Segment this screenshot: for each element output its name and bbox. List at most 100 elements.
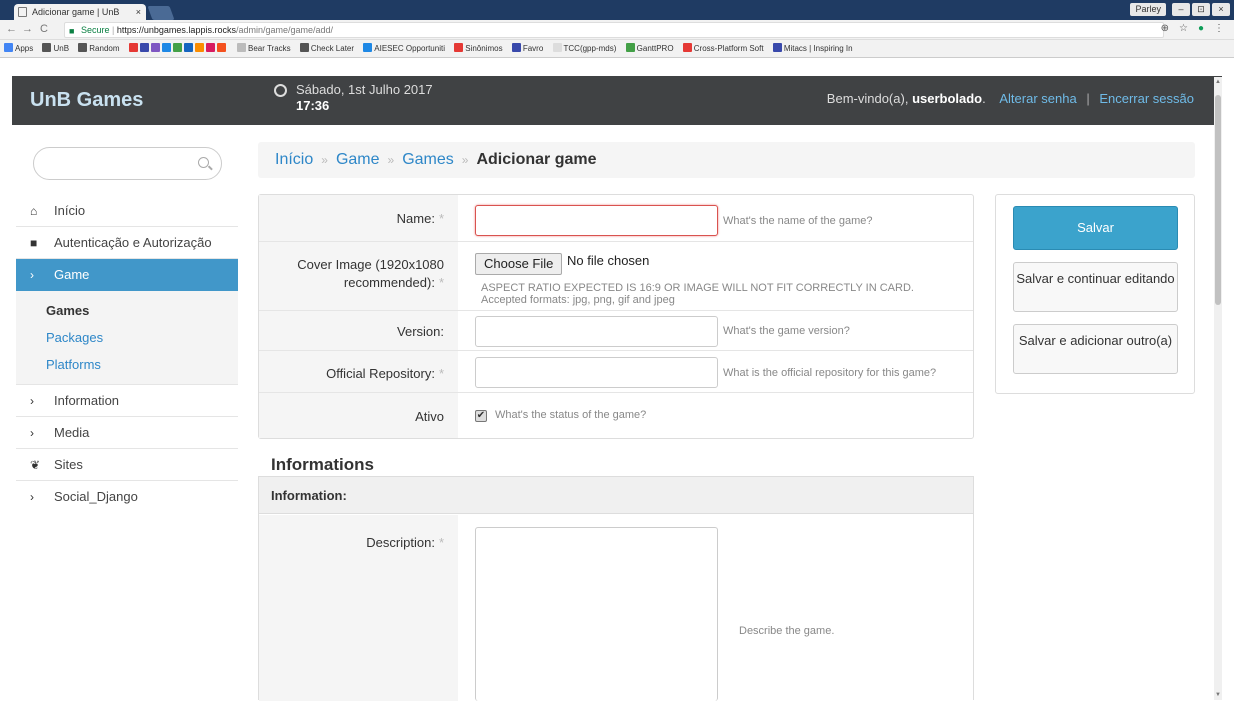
logout-link[interactable]: Encerrar sessão bbox=[1099, 91, 1194, 106]
browser-tab[interactable]: Adicionar game | UnB × bbox=[14, 4, 146, 20]
active-checkbox[interactable]: ✔ bbox=[475, 410, 487, 422]
star-icon[interactable]: ☆ bbox=[1179, 23, 1188, 34]
bookmark-ganttpro[interactable]: GanttPRO bbox=[625, 40, 674, 57]
bookmark-cross-platform[interactable]: Cross-Platform Soft bbox=[682, 40, 764, 57]
bookmark-unb[interactable]: UnB bbox=[42, 40, 69, 57]
secure-label: Secure bbox=[81, 25, 110, 35]
breadcrumb-games[interactable]: Games bbox=[402, 151, 454, 168]
submenu-item-packages[interactable]: Packages bbox=[16, 324, 238, 351]
site-brand[interactable]: UnB Games bbox=[12, 76, 238, 125]
repository-label: Official Repository: * bbox=[259, 351, 458, 392]
sidebar-item-information[interactable]: › Information bbox=[16, 385, 238, 417]
sidebar-item-game[interactable]: › Game bbox=[16, 259, 252, 291]
save-continue-button[interactable]: Salvar e continuar editando bbox=[1013, 262, 1178, 312]
game-submenu: Games Packages Platforms bbox=[16, 291, 238, 385]
submit-row: Salvar Salvar e continuar editando Salva… bbox=[995, 194, 1195, 394]
breadcrumb-game[interactable]: Game bbox=[336, 151, 380, 168]
page-icon bbox=[18, 7, 27, 17]
breadcrumb-current: Adicionar game bbox=[476, 151, 597, 168]
sidebar-item-sites[interactable]: ❦ Sites bbox=[16, 449, 238, 481]
username: userbolado bbox=[912, 91, 983, 106]
description-label: Description: * bbox=[259, 515, 458, 701]
bookmarks-bar: Apps UnB Random Bear Tracks Check Later … bbox=[0, 40, 1234, 58]
clock-icon bbox=[274, 84, 287, 97]
scroll-down-icon[interactable]: ▼ bbox=[1215, 692, 1221, 698]
bookmark-bear-tracks[interactable]: Bear Tracks bbox=[236, 40, 291, 57]
sidebar: ⌂ Início ■ Autenticação e Autorização › … bbox=[12, 125, 252, 700]
name-input[interactable] bbox=[475, 205, 718, 236]
url-field[interactable]: ■ Secure | https://unbgames.lappis.rocks… bbox=[64, 22, 1164, 38]
tab-close-icon[interactable]: × bbox=[136, 4, 141, 20]
submenu-item-games[interactable]: Games bbox=[16, 297, 238, 324]
cover-help: ASPECT RATIO EXPECTED IS 16:9 OR IMAGE W… bbox=[481, 282, 914, 306]
omnibar-actions: ⊕ ☆ ● ⋮ bbox=[1161, 23, 1224, 34]
bookmark-check-later[interactable]: Check Later bbox=[299, 40, 354, 57]
user-tools: Bem-vindo(a), userbolado. Alterar senha … bbox=[826, 91, 1194, 106]
chevron-right-icon: › bbox=[30, 490, 34, 504]
sidebar-item-label: Início bbox=[54, 203, 86, 218]
bookmark-icons[interactable] bbox=[128, 40, 228, 57]
minimize-button[interactable]: – bbox=[1172, 3, 1190, 16]
game-form: Name: * What's the name of the game? Cove… bbox=[258, 194, 974, 439]
form-row-name: Name: * What's the name of the game? bbox=[259, 195, 973, 242]
current-time: 17:36 bbox=[296, 98, 330, 113]
choose-file-button[interactable]: Choose File bbox=[475, 253, 563, 275]
main-content: Início» Game» Games» Adicionar game Name: * … bbox=[238, 125, 1222, 701]
information-group-header: Information: bbox=[259, 477, 973, 514]
bookmark-random[interactable]: Random bbox=[78, 40, 120, 57]
lock-icon: ■ bbox=[69, 26, 75, 36]
close-window-button[interactable]: × bbox=[1212, 3, 1230, 16]
menu-icon[interactable]: ⋮ bbox=[1214, 23, 1224, 34]
reload-icon[interactable]: C bbox=[40, 23, 48, 35]
window-controls: – ⊡ × bbox=[1172, 3, 1230, 16]
back-icon[interactable]: ← bbox=[6, 23, 17, 35]
bookmark-apps[interactable]: Apps bbox=[4, 40, 33, 57]
profile-button[interactable]: Parley bbox=[1130, 3, 1166, 16]
bookmark-tcc[interactable]: TCC(gpp-mds) bbox=[552, 40, 616, 57]
bookmark-aiesec[interactable]: AIESEC Opportuniti bbox=[363, 40, 445, 57]
scrollbar-thumb[interactable] bbox=[1215, 95, 1221, 305]
description-help: Describe the game. bbox=[739, 625, 835, 637]
search-icon[interactable] bbox=[198, 157, 209, 168]
active-label: Ativo bbox=[259, 393, 458, 438]
tab-title: Adicionar game | UnB bbox=[32, 7, 120, 17]
scroll-up-icon[interactable]: ▲ bbox=[1215, 79, 1221, 85]
new-tab-button[interactable] bbox=[147, 6, 175, 20]
url-host: https://unbgames.lappis.rocks bbox=[116, 25, 236, 35]
home-icon: ⌂ bbox=[30, 204, 38, 218]
page-scrollbar[interactable]: ▲ ▼ bbox=[1214, 77, 1222, 700]
sidebar-item-media[interactable]: › Media bbox=[16, 417, 238, 449]
breadcrumb: Início» Game» Games» Adicionar game bbox=[258, 142, 1195, 178]
save-add-another-button[interactable]: Salvar e adicionar outro(a) bbox=[1013, 324, 1178, 374]
extension-icon[interactable]: ● bbox=[1198, 23, 1204, 34]
restore-button[interactable]: ⊡ bbox=[1192, 3, 1210, 16]
repository-help: What is the official repository for this… bbox=[723, 367, 937, 379]
active-help: What's the status of the game? bbox=[495, 409, 647, 421]
description-textarea[interactable] bbox=[475, 527, 718, 701]
sidebar-item-label: Media bbox=[54, 425, 90, 440]
cover-label: Cover Image (1920x1080 recommended): * bbox=[259, 242, 458, 310]
forward-icon[interactable]: → bbox=[22, 23, 33, 35]
bookmark-sinonimos[interactable]: Sinônimos bbox=[454, 40, 503, 57]
chevron-right-icon: › bbox=[30, 394, 34, 408]
sidebar-item-label: Sites bbox=[54, 457, 83, 472]
address-bar-row: ← → C ■ Secure | https://unbgames.lappis… bbox=[0, 20, 1234, 40]
sidebar-item-label: Social_Django bbox=[54, 489, 138, 504]
repository-input[interactable] bbox=[475, 357, 718, 388]
search-input[interactable] bbox=[33, 147, 222, 180]
informations-title: Informations bbox=[271, 455, 374, 474]
sidebar-item-social-django[interactable]: › Social_Django bbox=[16, 481, 238, 513]
zoom-icon[interactable]: ⊕ bbox=[1161, 23, 1169, 34]
sidebar-item-auth[interactable]: ■ Autenticação e Autorização bbox=[16, 227, 238, 259]
sidebar-item-label: Game bbox=[54, 267, 90, 282]
change-password-link[interactable]: Alterar senha bbox=[999, 91, 1076, 106]
bookmark-favro[interactable]: Favro bbox=[511, 40, 543, 57]
breadcrumb-inicio[interactable]: Início bbox=[275, 151, 313, 168]
submenu-item-platforms[interactable]: Platforms bbox=[16, 351, 238, 378]
save-button[interactable]: Salvar bbox=[1013, 206, 1178, 250]
version-input[interactable] bbox=[475, 316, 718, 347]
version-help: What's the game version? bbox=[723, 325, 850, 337]
sidebar-item-inicio[interactable]: ⌂ Início bbox=[16, 195, 238, 227]
sidebar-menu: ⌂ Início ■ Autenticação e Autorização › … bbox=[16, 195, 252, 513]
bookmark-mitacs[interactable]: Mitacs | Inspiring In bbox=[772, 40, 853, 57]
